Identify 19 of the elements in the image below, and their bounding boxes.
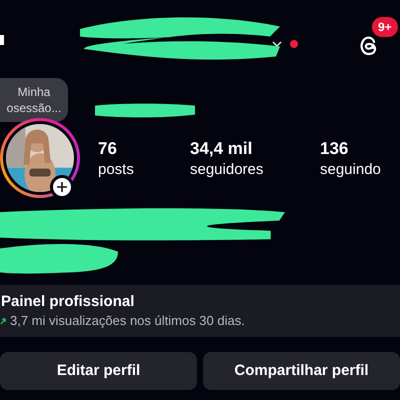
stat-label: posts [98, 160, 135, 180]
chevron-down-icon[interactable] [272, 40, 282, 48]
stat-label: seguindo [320, 160, 382, 180]
profile-action-button[interactable]: Compartilhar perfil [203, 352, 400, 390]
dashboard-card[interactable]: Painel profissional 3,7 mi visualizações nos últimos 30 dias. [0, 285, 400, 337]
dashboard-title: Painel profissional [1, 292, 136, 312]
dashboard-summary: 3,7 mi visualizações nos últimos 30 dias. [10, 312, 245, 330]
stat-label: seguidores [190, 160, 264, 180]
note-text: osessão... [6, 100, 62, 116]
note-bubble[interactable]: Minha osessão... [0, 78, 68, 122]
notification-badge: 9+ [372, 17, 398, 37]
stat-value: 34,4 mil [190, 138, 254, 160]
add-story-button[interactable] [50, 175, 74, 199]
stat-value: 76 [98, 138, 118, 160]
plus-icon [57, 182, 67, 192]
stat-value: 136 [320, 138, 350, 160]
profile-action-button[interactable]: Editar perfil [0, 352, 197, 390]
note-text: Minha [18, 84, 50, 100]
trend-up-icon [0, 317, 6, 325]
